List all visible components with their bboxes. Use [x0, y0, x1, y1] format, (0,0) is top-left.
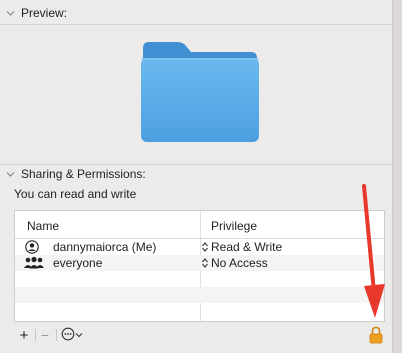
column-header-name[interactable]: Name: [27, 219, 59, 233]
preview-title: Preview:: [21, 6, 68, 20]
ellipsis-circle-icon: [61, 327, 75, 344]
table-row: [15, 303, 384, 319]
sharing-header[interactable]: Sharing & Permissions:: [6, 167, 146, 181]
add-button[interactable]: +: [16, 326, 32, 344]
table-row: [15, 271, 384, 287]
annotation-arrow: [352, 182, 392, 322]
preview-header[interactable]: Preview:: [6, 6, 67, 20]
permissions-toolbar: + −: [14, 324, 385, 346]
access-status-text: You can read and write: [14, 187, 137, 201]
lock-icon[interactable]: [368, 326, 384, 344]
privilege-select[interactable]: Read & Write: [211, 240, 282, 254]
sharing-title: Sharing & Permissions:: [21, 167, 146, 181]
chevron-down-icon: [75, 328, 83, 342]
column-header-privilege[interactable]: Privilege: [211, 219, 257, 233]
chevron-down-icon[interactable]: [6, 9, 15, 18]
actions-menu-button[interactable]: [59, 326, 85, 344]
table-header: Name Privilege: [15, 211, 384, 239]
info-panel: Preview: Sharing & Permissions: You can …: [0, 0, 392, 353]
divider: [0, 164, 392, 165]
table-row[interactable]: dannymaiorca (Me) Read & Write: [15, 239, 384, 255]
divider: [0, 24, 392, 25]
chevron-down-icon[interactable]: [6, 170, 15, 179]
window-edge: [392, 0, 402, 353]
stepper-arrows-icon[interactable]: [201, 241, 209, 253]
privilege-select[interactable]: No Access: [211, 256, 268, 270]
user-name: dannymaiorca (Me): [53, 240, 157, 254]
folder-icon: [139, 40, 261, 144]
user-name: everyone: [53, 256, 103, 270]
divider: [35, 329, 36, 341]
table-row[interactable]: everyone No Access: [15, 255, 384, 271]
permissions-table: Name Privilege dannymaiorca (Me) Read & …: [14, 210, 385, 322]
table-row: [15, 287, 384, 303]
stepper-arrows-icon[interactable]: [201, 257, 209, 269]
divider: [56, 329, 57, 341]
remove-button[interactable]: −: [37, 326, 53, 344]
